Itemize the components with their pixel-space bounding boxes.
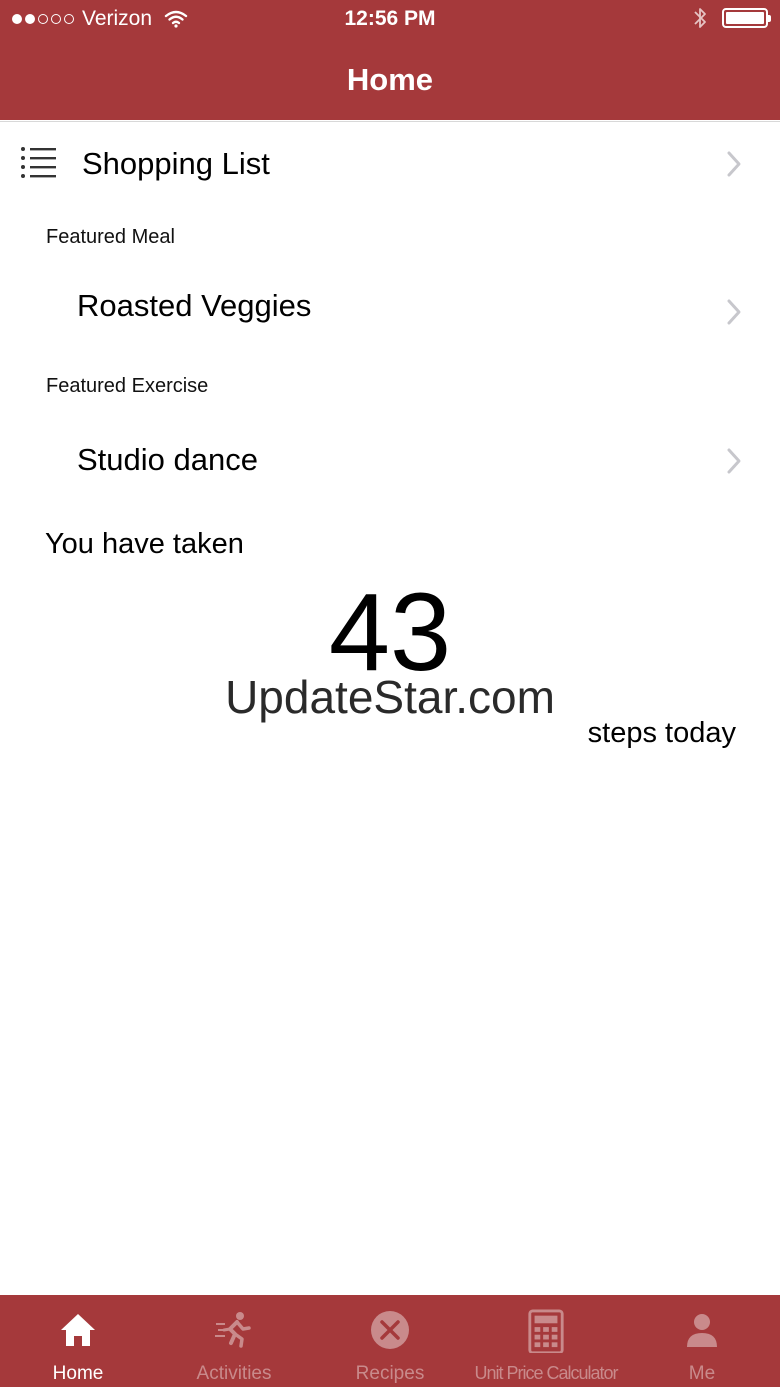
home-icon — [61, 1314, 95, 1346]
status-time: 12:56 PM — [344, 7, 436, 30]
tab-activities[interactable]: Activities — [156, 1295, 312, 1387]
featured-exercise-row[interactable]: Studio dance — [0, 424, 780, 504]
steps-intro: You have taken — [45, 528, 244, 560]
shopping-list-row[interactable]: Shopping List — [0, 121, 780, 205]
tab-recipes[interactable]: Recipes — [312, 1295, 468, 1387]
tab-label: Unit Price Calculator — [474, 1363, 618, 1383]
steps-suffix: steps today — [587, 717, 736, 749]
list-icon — [21, 147, 56, 178]
calculator-icon — [528, 1309, 564, 1353]
tab-label: Home — [52, 1363, 104, 1384]
featured-exercise-title: Studio dance — [77, 442, 258, 477]
tab-me[interactable]: Me — [624, 1295, 780, 1387]
battery-icon — [722, 8, 771, 28]
battery-level — [726, 12, 764, 24]
chevron-right-icon — [727, 299, 741, 325]
utensils-icon — [371, 1311, 409, 1349]
tab-label: Me — [688, 1363, 716, 1384]
featured-exercise-heading: Featured Exercise — [46, 375, 209, 397]
tab-unit-price-calculator[interactable]: Unit Price Calculator — [468, 1295, 624, 1387]
watermark: UpdateStar.com — [225, 671, 555, 723]
tab-bar: Home Activities Recipes Unit Price Calcu… — [0, 1295, 780, 1387]
status-right — [692, 6, 771, 30]
tab-label: Recipes — [355, 1363, 425, 1384]
tab-label: Activities — [196, 1363, 272, 1384]
bluetooth-icon — [694, 8, 706, 28]
featured-meal-heading: Featured Meal — [46, 226, 175, 248]
page-title: Home — [346, 62, 434, 97]
tab-home[interactable]: Home — [0, 1295, 156, 1387]
status-bar: Verizon 12:56 PM — [0, 0, 780, 40]
featured-meal-row[interactable]: Roasted Veggies — [0, 270, 780, 350]
person-icon — [687, 1314, 717, 1347]
chevron-right-icon — [727, 151, 741, 177]
navigation-bar: Home — [0, 40, 780, 120]
runner-icon — [215, 1312, 251, 1348]
shopping-list-label: Shopping List — [82, 146, 270, 181]
featured-meal-title: Roasted Veggies — [77, 288, 312, 323]
chevron-right-icon — [727, 448, 741, 474]
